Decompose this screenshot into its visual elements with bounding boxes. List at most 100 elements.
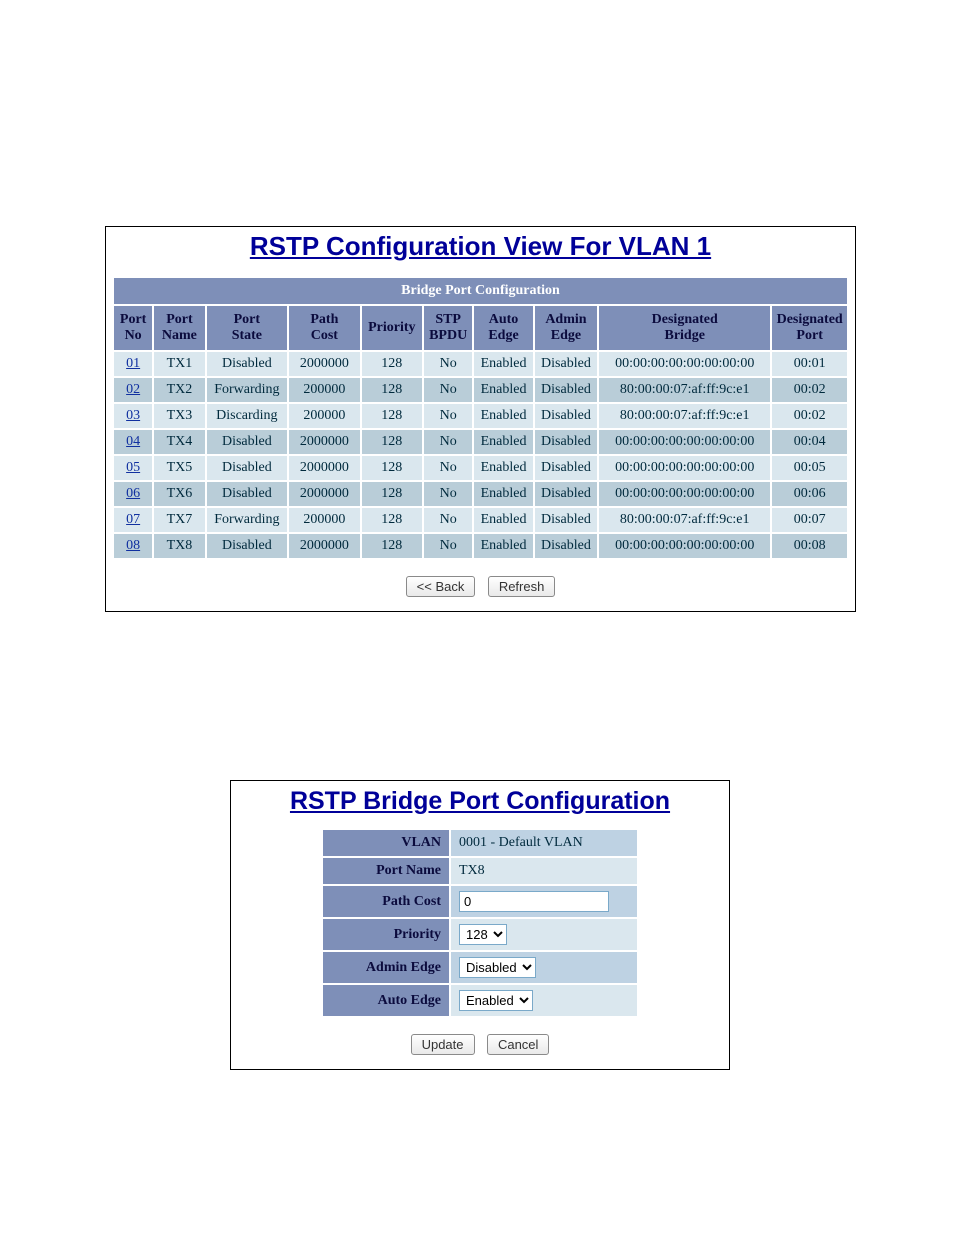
column-header: Priority [362, 306, 422, 350]
table-cell: TX6 [154, 482, 204, 506]
port-no-link[interactable]: 07 [126, 512, 140, 527]
table-cell: Disabled [207, 430, 288, 454]
port-no-cell[interactable]: 04 [114, 430, 152, 454]
table-cell: 128 [362, 378, 422, 402]
rstp-bridge-port-config-title[interactable]: RSTP Bridge Port Configuration [239, 787, 721, 816]
table-cell: 200000 [289, 378, 359, 402]
table-cell: Disabled [535, 456, 597, 480]
port-no-link[interactable]: 01 [126, 356, 140, 371]
table-cell: Disabled [535, 430, 597, 454]
table-cell: Enabled [474, 430, 532, 454]
auto-edge-select[interactable]: Enabled [459, 990, 533, 1011]
table-cell: TX8 [154, 534, 204, 558]
vlan-value: 0001 - Default VLAN [451, 830, 637, 856]
table-cell: 128 [362, 508, 422, 532]
table-cell: 00:00:00:00:00:00:00:00 [599, 430, 770, 454]
table-cell: Forwarding [207, 508, 288, 532]
table-cell: 00:08 [772, 534, 847, 558]
rstp-config-view-title[interactable]: RSTP Configuration View For VLAN 1 [112, 231, 849, 262]
table-cell: 2000000 [289, 430, 359, 454]
auto-edge-label: Auto Edge [323, 985, 449, 1016]
form-button-row: Update Cancel [239, 1034, 721, 1055]
table-cell: TX7 [154, 508, 204, 532]
port-no-link[interactable]: 08 [126, 538, 140, 553]
table-cell: 00:05 [772, 456, 847, 480]
column-header: AutoEdge [474, 306, 532, 350]
port-no-cell[interactable]: 08 [114, 534, 152, 558]
table-cell: TX1 [154, 352, 204, 376]
path-cost-input[interactable] [459, 891, 609, 912]
cancel-button[interactable]: Cancel [487, 1034, 549, 1055]
table-cell: 128 [362, 404, 422, 428]
table-cell: Disabled [207, 456, 288, 480]
table-cell: 00:07 [772, 508, 847, 532]
priority-select[interactable]: 128 [459, 924, 507, 945]
table-cell: Enabled [474, 508, 532, 532]
table-cell: 2000000 [289, 482, 359, 506]
table-cell: TX5 [154, 456, 204, 480]
port-no-cell[interactable]: 05 [114, 456, 152, 480]
table-cell: Disabled [535, 404, 597, 428]
table-cell: 128 [362, 456, 422, 480]
table-caption: Bridge Port Configuration [114, 278, 847, 304]
port-no-link[interactable]: 04 [126, 434, 140, 449]
port-no-cell[interactable]: 01 [114, 352, 152, 376]
table-cell: 128 [362, 534, 422, 558]
refresh-button[interactable]: Refresh [488, 576, 556, 597]
table-cell: Disabled [207, 482, 288, 506]
port-no-link[interactable]: 02 [126, 382, 140, 397]
port-no-cell[interactable]: 06 [114, 482, 152, 506]
table-cell: No [424, 534, 472, 558]
bridge-port-config-table: Bridge Port Configuration PortNoPortName… [112, 276, 849, 560]
table-row: 03TX3Discarding200000128NoEnabledDisable… [114, 404, 847, 428]
port-no-cell[interactable]: 03 [114, 404, 152, 428]
table-cell: Disabled [207, 352, 288, 376]
table-cell: No [424, 352, 472, 376]
priority-label: Priority [323, 919, 449, 950]
table-cell: 2000000 [289, 534, 359, 558]
table-cell: Enabled [474, 404, 532, 428]
port-no-cell[interactable]: 07 [114, 508, 152, 532]
table-cell: 200000 [289, 508, 359, 532]
table-cell: No [424, 404, 472, 428]
vlan-label: VLAN [323, 830, 449, 856]
table-cell: 80:00:00:07:af:ff:9c:e1 [599, 508, 770, 532]
table-cell: Enabled [474, 482, 532, 506]
path-cost-label: Path Cost [323, 886, 449, 917]
table-cell: Disabled [535, 482, 597, 506]
table-cell: No [424, 378, 472, 402]
table-cell: No [424, 508, 472, 532]
table-cell: TX2 [154, 378, 204, 402]
column-header: DesignatedPort [772, 306, 847, 350]
table-cell: Disabled [535, 352, 597, 376]
table-cell: Enabled [474, 352, 532, 376]
column-header: PortName [154, 306, 204, 350]
table-cell: 00:04 [772, 430, 847, 454]
admin-edge-select[interactable]: Disabled [459, 957, 536, 978]
rstp-bridge-port-config-panel: RSTP Bridge Port Configuration VLAN 0001… [230, 780, 730, 1070]
update-button[interactable]: Update [411, 1034, 475, 1055]
table-cell: No [424, 482, 472, 506]
table-cell: Disabled [535, 508, 597, 532]
port-no-link[interactable]: 03 [126, 408, 140, 423]
table-cell: 00:01 [772, 352, 847, 376]
table-cell: 00:00:00:00:00:00:00:00 [599, 534, 770, 558]
table-cell: 2000000 [289, 352, 359, 376]
table-cell: 00:00:00:00:00:00:00:00 [599, 352, 770, 376]
table-row: 08TX8Disabled2000000128NoEnabledDisabled… [114, 534, 847, 558]
view-button-row: << Back Refresh [112, 576, 849, 597]
table-row: 04TX4Disabled2000000128NoEnabledDisabled… [114, 430, 847, 454]
bridge-port-form: VLAN 0001 - Default VLAN Port Name TX8 P… [321, 828, 639, 1018]
port-name-value: TX8 [451, 858, 637, 884]
table-row: 05TX5Disabled2000000128NoEnabledDisabled… [114, 456, 847, 480]
port-no-cell[interactable]: 02 [114, 378, 152, 402]
back-button[interactable]: << Back [406, 576, 476, 597]
table-cell: Enabled [474, 456, 532, 480]
table-cell: 80:00:00:07:af:ff:9c:e1 [599, 404, 770, 428]
rstp-config-view-panel: RSTP Configuration View For VLAN 1 Bridg… [105, 226, 856, 612]
table-cell: 2000000 [289, 456, 359, 480]
port-no-link[interactable]: 06 [126, 486, 140, 501]
table-cell: Forwarding [207, 378, 288, 402]
column-header: PortNo [114, 306, 152, 350]
port-no-link[interactable]: 05 [126, 460, 140, 475]
